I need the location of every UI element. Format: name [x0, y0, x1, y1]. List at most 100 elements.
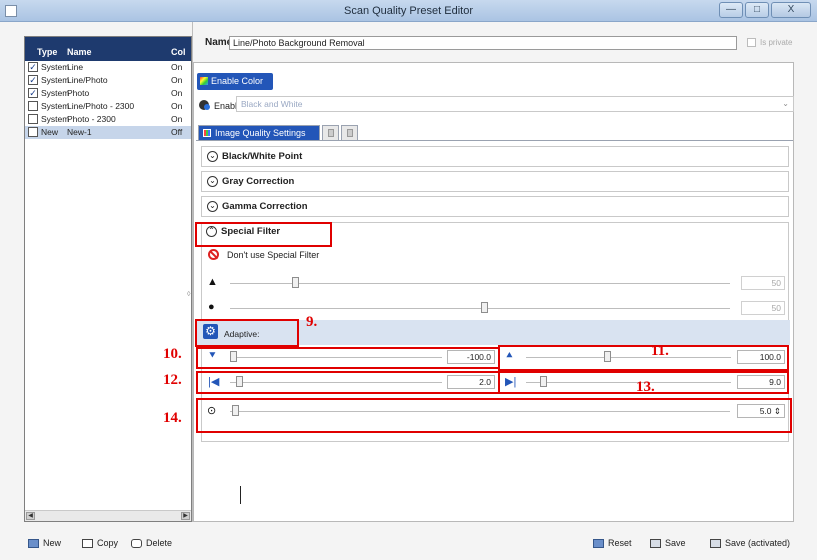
list-item[interactable]: System Line/Photo - 2300 On — [25, 100, 191, 113]
slider1-value[interactable]: 50 — [741, 276, 785, 290]
new-label: New — [43, 538, 62, 548]
row-type: System — [41, 88, 70, 98]
enable-icon — [199, 100, 210, 110]
save-activated-label: Save (activated) — [725, 538, 791, 548]
slider1-track[interactable] — [230, 283, 730, 284]
row-type: System — [41, 62, 70, 72]
tab-bar: Image Quality Settings — [198, 125, 360, 141]
row-color: On — [171, 62, 183, 72]
row-checkbox[interactable] — [28, 101, 38, 111]
header-name[interactable]: Name — [67, 47, 92, 57]
highlight-row-14 — [196, 398, 792, 433]
row-type: System — [41, 101, 70, 111]
window-controls: — □ X — [717, 2, 811, 18]
row-color: On — [171, 114, 183, 124]
save-label: Save — [665, 538, 686, 548]
slider2-track[interactable] — [230, 308, 730, 309]
tab-divider — [196, 140, 793, 141]
expand-icon: ⌄ — [207, 201, 218, 212]
scroll-left-icon[interactable]: ◀ — [26, 512, 35, 520]
name-input[interactable]: Line/Photo Background Removal — [229, 36, 737, 50]
row-checkbox[interactable] — [28, 114, 38, 124]
section-black-white-point[interactable]: ⌄ Black/White Point — [201, 146, 789, 167]
list-header: Type Name Col — [25, 37, 191, 61]
slider2-value[interactable]: 50 — [741, 301, 785, 315]
section-label: Gamma Correction — [222, 201, 308, 212]
tab-image-quality-settings[interactable]: Image Quality Settings — [198, 125, 320, 141]
list-item[interactable]: System Photo - 2300 On — [25, 113, 191, 126]
maximize-button[interactable]: □ — [745, 2, 769, 18]
close-button[interactable]: X — [771, 2, 811, 18]
slider1-thumb[interactable] — [292, 277, 299, 288]
new-icon — [28, 539, 39, 548]
row-name: Photo - 2300 — [67, 114, 116, 124]
window-title: Scan Quality Preset Editor — [343, 5, 473, 17]
chevron-down-icon: ⌄ — [782, 99, 789, 108]
row-name: New-1 — [67, 127, 92, 137]
horizontal-scrollbar[interactable]: ◀ ▶ — [25, 510, 191, 521]
no-special-filter-label[interactable]: Don't use Special Filter — [227, 250, 319, 260]
highlight-row-11 — [498, 345, 789, 371]
copy-icon — [82, 539, 93, 548]
row-color: Off — [171, 127, 183, 137]
row-type: System — [41, 75, 70, 85]
tab-label: Image Quality Settings — [215, 128, 306, 138]
highlight-adaptive — [195, 319, 299, 347]
row-type: New — [41, 127, 59, 137]
save-icon — [650, 539, 661, 548]
tab-3[interactable] — [341, 125, 358, 141]
list-item[interactable]: ✓ System Photo On — [25, 87, 191, 100]
tab-2[interactable] — [322, 125, 339, 141]
row-color: On — [171, 101, 183, 111]
title-bar: Scan Quality Preset Editor — □ X — [0, 0, 817, 22]
annotation-11: 11. — [651, 343, 669, 359]
preset-list: Type Name Col ✓ System Line On ✓ System Line/P… — [24, 36, 192, 522]
private-label: Is private — [760, 38, 793, 47]
header-type[interactable]: Type — [37, 47, 57, 57]
expand-icon: ⌄ — [207, 151, 218, 162]
list-rows: ✓ System Line On ✓ System Line/Photo On ✓ System P… — [25, 61, 191, 139]
slider2-thumb[interactable] — [481, 302, 488, 313]
delete-label: Delete — [146, 538, 173, 548]
row-name: Photo — [67, 88, 90, 98]
row-type: System — [41, 114, 70, 124]
reset-icon — [593, 539, 604, 548]
header-col[interactable]: Col — [171, 47, 186, 57]
copy-label: Copy — [97, 538, 119, 548]
list-item[interactable]: ✓ System Line On — [25, 61, 191, 74]
annotation-10: 10. — [163, 346, 182, 362]
list-item[interactable]: New New-1 Off — [25, 126, 191, 139]
private-checkbox[interactable] — [747, 38, 756, 47]
tab-2-icon — [328, 129, 334, 137]
list-item[interactable]: ✓ System Line/Photo On — [25, 74, 191, 87]
row-name: Line — [67, 62, 84, 72]
splitter-handle-icon[interactable]: ◊ — [187, 291, 190, 298]
expand-icon: ⌄ — [207, 176, 218, 187]
minimize-button[interactable]: — — [719, 2, 743, 18]
enable-select-value: Black and White — [241, 99, 303, 109]
section-gray-correction[interactable]: ⌄ Gray Correction — [201, 171, 789, 192]
section-gamma-correction[interactable]: ⌄ Gamma Correction — [201, 196, 789, 217]
annotation-12: 12. — [163, 372, 182, 388]
annotation-14: 14. — [163, 410, 182, 426]
row-color: On — [171, 75, 183, 85]
tab-3-icon — [347, 129, 353, 137]
row-checkbox[interactable]: ✓ — [28, 62, 38, 72]
triangle-icon: ▲ — [207, 276, 218, 288]
row-color: On — [171, 88, 183, 98]
row-checkbox[interactable]: ✓ — [28, 75, 38, 85]
delete-icon — [131, 539, 142, 548]
row-checkbox[interactable]: ✓ — [28, 88, 38, 98]
enable-color-button[interactable]: Enable Color — [197, 73, 273, 90]
highlight-row-12 — [196, 371, 500, 394]
highlight-row-10 — [196, 347, 500, 369]
text-cursor — [240, 486, 241, 504]
row-checkbox[interactable] — [28, 127, 38, 137]
no-filter-icon[interactable] — [208, 249, 219, 260]
scroll-right-icon[interactable]: ▶ — [181, 512, 190, 520]
annotation-13: 13. — [636, 379, 655, 395]
color-icon — [200, 77, 208, 85]
enable-select[interactable]: Black and White ⌄ — [236, 96, 794, 112]
section-label: Gray Correction — [222, 176, 295, 187]
save-activated-icon — [710, 539, 721, 548]
